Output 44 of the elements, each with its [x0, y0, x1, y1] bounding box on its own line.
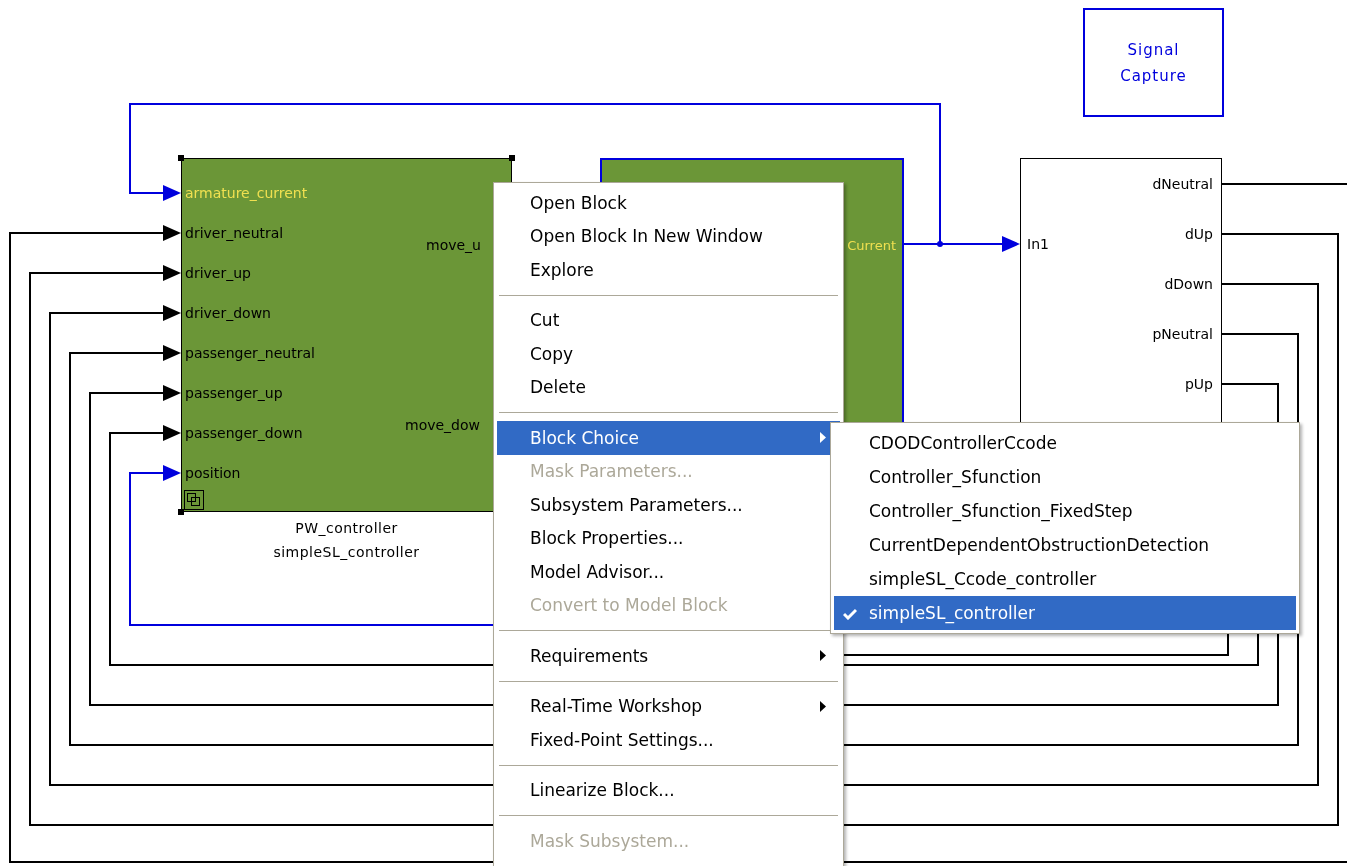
port-arrow-icon [1002, 236, 1020, 252]
port-label: passenger_up [185, 384, 283, 403]
signal-capture-block[interactable]: Signal Capture [1083, 8, 1224, 117]
port-label: move_u [426, 236, 481, 255]
subsystem-block[interactable]: armature_current driver_neutral driver_up driver_down passenger_neutral passenger_up passenger_down position move_u move_dow [181, 158, 512, 512]
port-label: dUp [1184, 225, 1213, 244]
port-label: In1 [1027, 235, 1049, 254]
port-arrow-icon [163, 465, 181, 481]
selection-handle[interactable] [178, 155, 184, 161]
block-name: PW_controller [295, 519, 398, 538]
submenu-arrow-icon [820, 650, 826, 662]
port-arrow-icon [163, 225, 181, 241]
port-arrow-icon [163, 425, 181, 441]
port-label: driver_up [185, 264, 251, 283]
menu-item[interactable]: simpleSL_controller [834, 596, 1296, 630]
menu-item[interactable]: Linearize Block... [497, 773, 840, 807]
port-label: pNeutral [1152, 325, 1213, 344]
menu-item[interactable]: Requirements [497, 639, 840, 673]
subsystem-icon [184, 490, 204, 510]
block-variant: simpleSL_controller [273, 543, 420, 562]
port-arrow-icon [163, 385, 181, 401]
port-label: driver_neutral [185, 224, 284, 243]
port-arrow-icon [163, 305, 181, 321]
port-label: Current [847, 237, 896, 255]
port-arrow-icon [163, 345, 181, 361]
port-arrow-icon [163, 265, 181, 281]
port-label: armature_current [185, 184, 308, 203]
submenu-arrow-icon [820, 432, 826, 444]
port-label: position [185, 464, 241, 483]
port-label: passenger_neutral [185, 344, 315, 363]
port-label: move_dow [405, 416, 480, 435]
port-label: dNeutral [1152, 175, 1213, 194]
block-label: Signal Capture [1119, 39, 1188, 87]
port-label: pUp [1184, 375, 1213, 394]
port-label: driver_down [185, 304, 271, 323]
menu-item[interactable]: Real-Time Workshop [497, 689, 840, 723]
port-label: dDown [1164, 275, 1213, 294]
port-arrow-icon [163, 185, 181, 201]
selection-handle[interactable] [509, 155, 515, 161]
menu-item[interactable]: Fixed-Point Settings... [497, 723, 840, 757]
port-label: passenger_down [185, 424, 303, 443]
submenu-arrow-icon [820, 700, 826, 712]
selection-handle[interactable] [178, 509, 184, 515]
menu-item[interactable]: Block Choice [497, 421, 840, 455]
